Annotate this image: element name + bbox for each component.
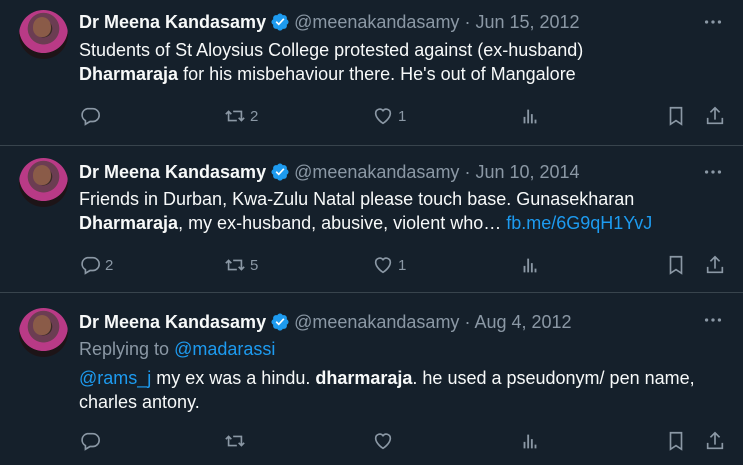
tweet-header: Dr Meena Kandasamy @meenakandasamy · Aug … xyxy=(79,311,572,333)
replying-to: Replying to @madarassi xyxy=(79,338,275,360)
tweet[interactable]: Dr Meena Kandasamy @meenakandasamy · Aug … xyxy=(0,293,743,465)
tweet-text-line: . he used a pseudonym/ pen name, xyxy=(412,368,695,388)
tweet-text: Friends in Durban, Kwa-Zulu Natal please… xyxy=(79,187,719,235)
share-icon xyxy=(706,106,724,125)
bookmark-icon xyxy=(669,106,683,126)
like-icon xyxy=(374,433,392,450)
views-button[interactable] xyxy=(519,104,541,128)
author-name[interactable]: Dr Meena Kandasamy xyxy=(79,162,266,182)
share-button[interactable] xyxy=(704,253,726,277)
views-icon xyxy=(523,434,537,449)
replying-to-handle[interactable]: @madarassi xyxy=(174,339,275,359)
verified-badge-icon xyxy=(271,163,289,181)
bookmark-button[interactable] xyxy=(665,429,687,453)
like-count: 1 xyxy=(398,256,407,274)
author-name[interactable]: Dr Meena Kandasamy xyxy=(79,12,266,32)
reply-icon xyxy=(81,256,100,275)
retweet-button[interactable]: 5 xyxy=(224,253,258,277)
tweet-actions xyxy=(79,429,729,453)
highlighted-term: dharmaraja xyxy=(315,368,413,388)
tweet-text-line: Friends in Durban, Kwa-Zulu Natal please… xyxy=(79,189,635,209)
author-handle[interactable]: @meenakandasamy xyxy=(294,312,459,332)
retweet-count: 2 xyxy=(250,107,259,125)
share-icon xyxy=(706,255,724,274)
tweet-text: @rams_j my ex was a hindu. dharmaraja. h… xyxy=(79,366,719,414)
tweet-text: Students of St Aloysius College proteste… xyxy=(79,38,719,86)
tweet-link[interactable]: fb.me/6G9qH1YvJ xyxy=(506,213,652,233)
like-icon xyxy=(374,257,392,274)
verified-badge-icon xyxy=(271,13,289,31)
author-handle[interactable]: @meenakandasamy xyxy=(294,162,459,182)
tweet-text-line: my ex was a hindu. xyxy=(151,368,316,388)
author-handle[interactable]: @meenakandasamy xyxy=(294,12,459,32)
highlighted-term: Dharmaraja xyxy=(79,213,179,233)
avatar[interactable] xyxy=(19,10,68,59)
reply-button[interactable] xyxy=(79,104,105,128)
separator-dot: · xyxy=(464,312,471,332)
mention-link[interactable]: @rams_j xyxy=(79,368,151,388)
reply-button[interactable]: 2 xyxy=(79,253,113,277)
tweet[interactable]: Dr Meena Kandasamy @meenakandasamy · Jun … xyxy=(0,146,743,293)
retweet-icon xyxy=(225,435,245,447)
verified-badge-icon xyxy=(271,313,289,331)
tweet[interactable]: Dr Meena Kandasamy @meenakandasamy · Jun … xyxy=(0,0,743,146)
bookmark-icon xyxy=(669,431,683,451)
retweet-icon xyxy=(225,259,245,271)
separator-dot: · xyxy=(464,162,471,182)
reply-icon xyxy=(81,107,100,126)
tweet-text-line: charles antony. xyxy=(79,392,200,412)
tweet-text-line: , my ex-husband, abusive, violent who… xyxy=(178,213,507,233)
replying-to-label: Replying to xyxy=(79,339,175,359)
tweet-text-line: for his misbehaviour there. He's out of … xyxy=(178,64,576,84)
views-button[interactable] xyxy=(519,253,541,277)
like-count: 1 xyxy=(398,107,407,125)
retweet-button[interactable]: 2 xyxy=(224,104,258,128)
tweet-text-line: Students of St Aloysius College proteste… xyxy=(79,40,584,60)
tweet-date[interactable]: Jun 15, 2012 xyxy=(475,12,579,32)
like-button[interactable] xyxy=(372,429,398,453)
like-button[interactable]: 1 xyxy=(372,253,406,277)
author-name[interactable]: Dr Meena Kandasamy xyxy=(79,312,266,332)
like-button[interactable]: 1 xyxy=(372,104,406,128)
retweet-button[interactable] xyxy=(224,429,250,453)
views-icon xyxy=(523,109,537,124)
share-button[interactable] xyxy=(704,104,726,128)
tweet-header: Dr Meena Kandasamy @meenakandasamy · Jun … xyxy=(79,161,580,183)
reply-icon xyxy=(81,432,100,451)
more-icon[interactable] xyxy=(702,161,724,183)
reply-count: 2 xyxy=(105,256,114,274)
bookmark-button[interactable] xyxy=(665,104,687,128)
share-button[interactable] xyxy=(704,429,726,453)
retweet-count: 5 xyxy=(250,256,259,274)
tweet-header: Dr Meena Kandasamy @meenakandasamy · Jun … xyxy=(79,11,580,33)
tweet-actions: 2 1 xyxy=(79,104,729,128)
tweet-date[interactable]: Jun 10, 2014 xyxy=(475,162,579,182)
more-icon[interactable] xyxy=(702,11,724,33)
separator-dot: · xyxy=(464,12,471,32)
views-button[interactable] xyxy=(519,429,541,453)
reply-button[interactable] xyxy=(79,429,105,453)
tweet-date[interactable]: Aug 4, 2012 xyxy=(474,312,571,332)
avatar[interactable] xyxy=(19,308,68,357)
bookmark-button[interactable] xyxy=(665,253,687,277)
bookmark-icon xyxy=(669,255,683,275)
tweet-actions: 2 5 1 xyxy=(79,253,729,277)
more-icon[interactable] xyxy=(702,309,724,331)
like-icon xyxy=(374,108,392,125)
highlighted-term: Dharmaraja xyxy=(79,64,179,84)
retweet-icon xyxy=(225,110,245,122)
share-icon xyxy=(706,431,724,450)
views-icon xyxy=(523,258,537,273)
avatar[interactable] xyxy=(19,158,68,207)
